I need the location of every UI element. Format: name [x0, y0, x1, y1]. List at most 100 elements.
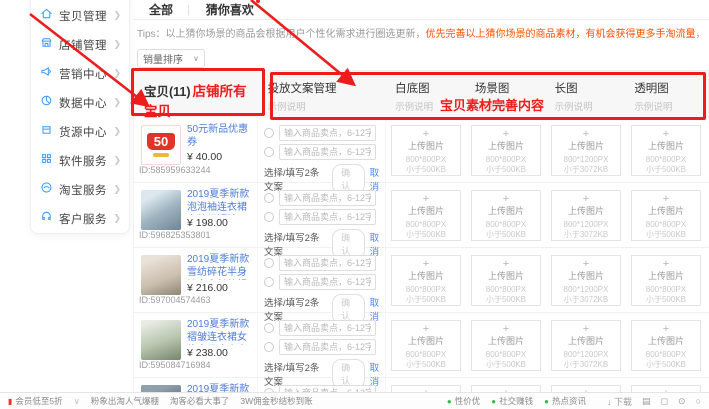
column-header-3: 白底图示例说明: [385, 71, 465, 118]
sidebar-item-6[interactable]: 软件服务❯: [31, 146, 129, 175]
promo-link[interactable]: 粉象出淘人气爆棚: [91, 395, 159, 407]
chevron-right-icon: ❯: [113, 184, 121, 195]
chevron-right-icon: ❯: [113, 97, 121, 108]
selling-point-input[interactable]: [279, 339, 376, 355]
tips-prefix: Tips：以上猜你场景的商品会根据用户个性化需求进行圈选更新，: [137, 29, 426, 40]
upload-size-hint: 800*800PX小于500KB: [472, 220, 540, 240]
sidebar-item-4[interactable]: 数据中心❯: [31, 88, 129, 117]
product-thumbnail-photo: [141, 320, 181, 360]
upload-image-button[interactable]: +上传图片800*1200PX小于3072KB: [551, 125, 621, 176]
upload-image-button[interactable]: +上传图片800*800PX小于500KB: [631, 190, 701, 241]
product-cell: 5050元新品优惠券¥ 40.00ID:585959633244: [134, 118, 258, 182]
product-title-link[interactable]: 50元新品优惠券: [187, 123, 253, 149]
sidebar: 宝贝管理❯店铺管理❯营销中心❯数据中心❯货源中心❯软件服务❯淘宝服务❯客户服务❯: [30, 0, 130, 234]
plus-icon: +: [632, 323, 700, 336]
toolbar-icon-2[interactable]: ◻: [661, 396, 668, 407]
upload-size-hint: 800*800PX小于500KB: [472, 155, 540, 175]
product-title-link[interactable]: 2019夏季新款雪纺碎花半身裙女中长款超仙白: [187, 253, 253, 280]
upload-size-hint: 800*800PX小于500KB: [392, 220, 460, 240]
selling-point-checkbox[interactable]: [264, 277, 274, 287]
copy-management-cell: 选择/填写2条文案确认取消: [258, 313, 386, 377]
sidebar-item-1[interactable]: 宝贝管理❯: [31, 1, 129, 30]
product-cell: 2019夏季新款褶皱连衣裙女修身显瘦小众网红¥ 238.00ID:5950847…: [134, 313, 258, 377]
copy-management-cell: 选择/填写2条文案确认取消: [258, 248, 386, 312]
sidebar-item-label: 宝贝管理: [59, 8, 107, 24]
marketing-icon: [40, 65, 53, 83]
sidebar-item-5[interactable]: 货源中心❯: [31, 117, 129, 146]
tab-guess-label: 猜你喜欢: [206, 3, 254, 17]
promo-link[interactable]: 3W佣金秒结秒到账: [240, 395, 312, 407]
browser-bottom-bar: ▮会员低至5折 ∨ 粉象出淘人气爆棚淘客必看大事了 3W佣金秒结秒到账 ●性价优 ●社交赚…: [0, 392, 709, 409]
upload-image-button[interactable]: +上传图片800*1200PX小于3072KB: [551, 255, 621, 306]
promo-link[interactable]: ●社交赚钱: [491, 395, 533, 407]
product-title-link[interactable]: 2019夏季新款泡泡袖连衣裙女蝙蝠短袖T恤中长款: [187, 188, 253, 215]
upload-image-button[interactable]: +上传图片800*800PX小于500KB: [391, 255, 461, 306]
promo-link[interactable]: ●热点资讯: [544, 395, 586, 407]
selling-point-input[interactable]: [279, 190, 376, 206]
selling-point-input[interactable]: [279, 144, 376, 160]
sidebar-item-3[interactable]: 营销中心❯: [31, 59, 129, 88]
selling-point-input[interactable]: [279, 209, 376, 225]
toolbar-icon-4[interactable]: ○: [696, 396, 701, 406]
sort-dropdown[interactable]: 销量排序 ∨: [137, 49, 205, 68]
product-title-link[interactable]: 2019夏季新款褶皱连衣裙女修身显瘦小众网红: [187, 318, 253, 345]
selling-point-checkbox[interactable]: [264, 212, 274, 222]
promo-link[interactable]: 淘客必看大事了: [170, 395, 230, 407]
column-sublabel: 示例说明: [268, 99, 386, 113]
sidebar-item-2[interactable]: 店铺管理❯: [31, 30, 129, 59]
coupon-50-badge: 50: [147, 133, 175, 150]
upload-image-button[interactable]: +上传图片800*800PX小于500KB: [631, 255, 701, 306]
plus-icon: +: [552, 193, 620, 206]
selling-point-input[interactable]: [279, 274, 376, 290]
upload-label: 上传图片: [392, 336, 460, 347]
selling-point-input[interactable]: [279, 125, 376, 141]
sidebar-item-7[interactable]: 淘宝服务❯: [31, 175, 129, 204]
column-sublabel: 示例说明: [634, 99, 708, 113]
toolbar-icon-3[interactable]: ⊙: [678, 396, 686, 407]
selling-point-input[interactable]: [279, 255, 376, 271]
selling-point-checkbox[interactable]: [264, 323, 274, 333]
upload-image-button[interactable]: +上传图片800*800PX小于500KB: [391, 190, 461, 241]
selling-point-input[interactable]: [279, 320, 376, 336]
selling-point-checkbox[interactable]: [264, 147, 274, 157]
upload-size-hint: 800*800PX小于500KB: [392, 350, 460, 370]
upload-image-button[interactable]: +上传图片800*800PX小于500KB: [391, 125, 461, 176]
long-image-upload-cell: +上传图片800*1200PX小于3072KB: [546, 313, 626, 377]
customer-icon: [40, 210, 53, 228]
upload-image-button[interactable]: +上传图片800*800PX小于500KB: [471, 190, 541, 241]
promo-link[interactable]: ●性价优: [447, 395, 480, 407]
white-bg-upload-cell: +上传图片800*800PX小于500KB: [386, 248, 466, 312]
upload-size-hint: 800*1200PX小于3072KB: [552, 285, 620, 305]
upload-image-button[interactable]: +上传图片800*800PX小于500KB: [631, 125, 701, 176]
upload-image-button[interactable]: +上传图片800*800PX小于500KB: [471, 320, 541, 371]
product-cell: 2019夏季新款泡泡袖连衣裙女蝙蝠短袖T恤中长款¥ 198.00ID:59682…: [134, 183, 258, 247]
table-row: 2019夏季新款褶皱连衣裙女修身显瘦小众网红¥ 238.00ID:5950847…: [134, 313, 709, 378]
column-header-1: 宝贝(11)店铺所有宝贝: [134, 71, 258, 118]
green-dot-icon: ●: [491, 397, 496, 406]
toolbar-icon-1[interactable]: ▤: [642, 396, 651, 407]
upload-image-button[interactable]: +上传图片800*1200PX小于3072KB: [551, 320, 621, 371]
upload-image-button[interactable]: +上传图片800*800PX小于500KB: [631, 320, 701, 371]
promo-link[interactable]: ▮会员低至5折: [8, 395, 63, 407]
upload-image-button[interactable]: +上传图片800*800PX小于500KB: [471, 125, 541, 176]
download-button[interactable]: ↓ 下载: [607, 395, 632, 408]
sort-label: 销量排序: [143, 51, 183, 66]
table-body: 5050元新品优惠券¥ 40.00ID:585959633244选择/填写2条文…: [133, 118, 709, 409]
selling-point-checkbox[interactable]: [264, 128, 274, 138]
tab-all[interactable]: 全部: [149, 1, 173, 18]
selling-point-checkbox[interactable]: [264, 258, 274, 268]
sidebar-item-label: 店铺管理: [59, 37, 107, 53]
upload-image-button[interactable]: +上传图片800*1200PX小于3072KB: [551, 190, 621, 241]
sidebar-item-8[interactable]: 客户服务❯: [31, 204, 129, 233]
tab-guess-you-like[interactable]: 猜你喜欢: [206, 1, 254, 18]
plus-icon: +: [392, 258, 460, 271]
selling-point-checkbox[interactable]: [264, 342, 274, 352]
upload-image-button[interactable]: +上传图片800*800PX小于500KB: [471, 255, 541, 306]
upload-image-button[interactable]: +上传图片800*800PX小于500KB: [391, 320, 461, 371]
product-id: ID:597004574463: [139, 295, 211, 305]
selling-point-checkbox[interactable]: [264, 193, 274, 203]
upload-size-hint: 800*1200PX小于3072KB: [552, 155, 620, 175]
chevron-down-icon[interactable]: ∨: [74, 396, 80, 407]
table-row: 2019夏季新款泡泡袖连衣裙女蝙蝠短袖T恤中长款¥ 198.00ID:59682…: [134, 183, 709, 248]
green-dot-icon: ●: [544, 397, 549, 406]
